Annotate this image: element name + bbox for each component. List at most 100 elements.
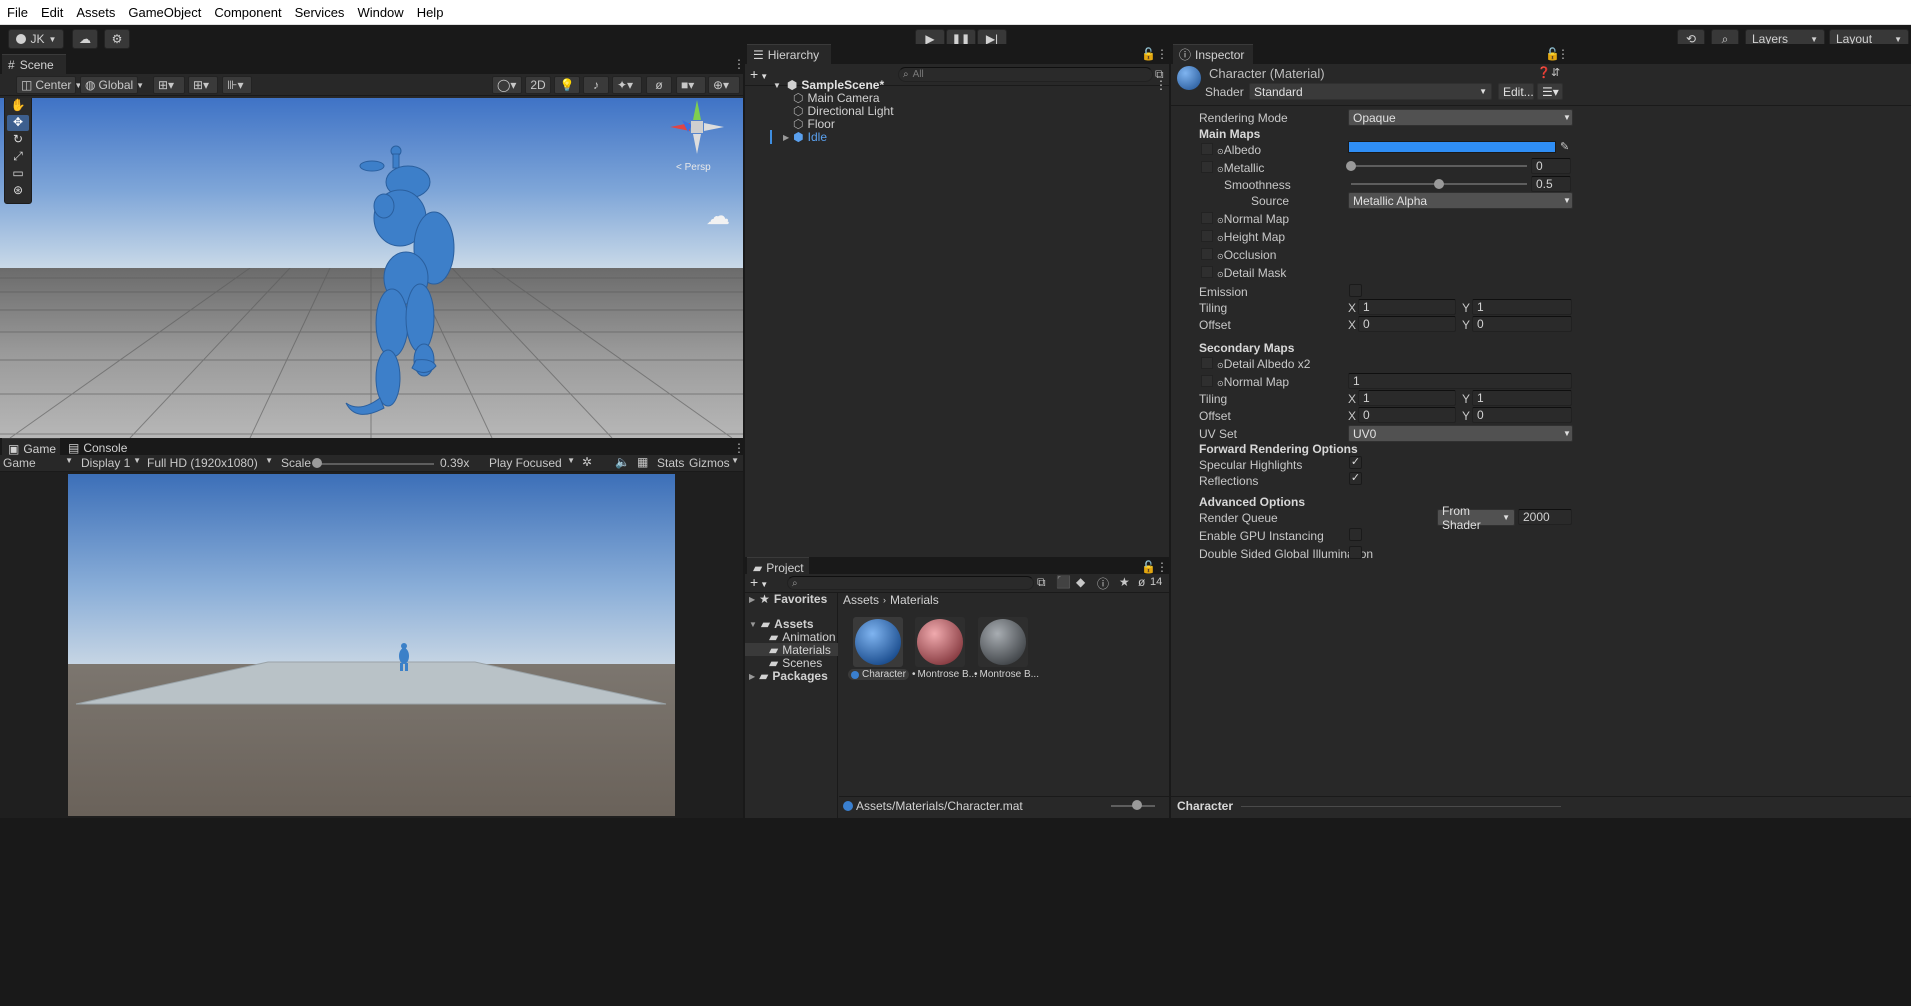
gizmos-dropdown[interactable]: Gizmos ▼ (689, 456, 739, 470)
offset2-x-field[interactable]: 0 (1358, 407, 1456, 423)
resolution-dropdown[interactable]: Full HD (1920x1080) ▼ (147, 456, 273, 470)
material-asset-montrose-2[interactable] (978, 617, 1028, 667)
audio-toggle[interactable]: ♪ (583, 76, 609, 94)
grid-snap-dropdown[interactable]: ⊞▾ (153, 76, 185, 94)
create-asset-button[interactable]: + ▼ (750, 574, 768, 590)
material-label[interactable]: • Montrose B... (974, 669, 1039, 680)
breadcrumb-materials[interactable]: Materials (890, 593, 939, 607)
kebab-menu-icon[interactable]: ⋮ (733, 441, 745, 455)
play-mode-dropdown[interactable]: Play Focused ▼ (489, 456, 575, 470)
game-mode-dropdown[interactable]: Game ▼ (3, 456, 73, 470)
normal-map-slot[interactable] (1201, 212, 1213, 224)
smoothness-slider-knob[interactable] (1434, 179, 1444, 189)
increment-snap-dropdown[interactable]: ⊪▾ (222, 76, 252, 94)
offset-y-field[interactable]: 0 (1472, 316, 1572, 332)
material-asset-character[interactable] (853, 617, 903, 667)
camera-dropdown[interactable]: ■▾ (676, 76, 706, 94)
game-viewport[interactable] (0, 472, 743, 818)
stats-button[interactable]: Stats (657, 456, 684, 470)
detail-albedo-slot[interactable] (1201, 357, 1213, 369)
icon-size-slider-knob[interactable] (1132, 800, 1142, 810)
add-object-button[interactable]: + ▼ (750, 66, 768, 82)
grid-visibility-dropdown[interactable]: ⊞▾ (188, 76, 218, 94)
hidden-packages-icon[interactable]: ø (1138, 575, 1145, 589)
lock-icon[interactable]: 🔓 (1141, 47, 1156, 61)
render-queue-dropdown[interactable]: From Shader ▼ (1437, 504, 1515, 532)
draw-mode-dropdown[interactable]: ◯▾ (492, 76, 522, 94)
menu-gameobject[interactable]: GameObject (128, 5, 201, 20)
scale-slider-knob[interactable] (312, 458, 322, 468)
tiling2-x-field[interactable]: 1 (1358, 390, 1456, 406)
scene-viewport[interactable]: ✋ ✥ ↻ ⤢ ▭ ⊛ < Persp ☁ (0, 98, 743, 438)
material-asset-montrose-1[interactable] (915, 617, 965, 667)
kebab-menu-icon[interactable]: ⋮ (1557, 47, 1569, 61)
tiling2-y-field[interactable]: 1 (1472, 390, 1572, 406)
specular-highlights-checkbox[interactable]: ✓ (1349, 456, 1362, 469)
character-model[interactable] (0, 98, 743, 438)
tag-icon[interactable]: ◆ (1076, 575, 1085, 589)
tab-scene[interactable]: # Scene (2, 54, 66, 74)
help-icon[interactable]: ❓ (1537, 66, 1551, 79)
account-dropdown[interactable]: JK ▼ (8, 29, 64, 49)
hand-tool[interactable]: ✋ (7, 98, 29, 114)
space-dropdown[interactable]: ◍ Global ▼ (80, 76, 144, 94)
hierarchy-item-prefab[interactable]: ▶ ⬢ Idle (783, 130, 827, 144)
hierarchy-scene-row[interactable]: ▼ ⬢ SampleScene* ⋮ (773, 78, 1167, 92)
search-by-label-icon[interactable]: ⬛ (1056, 575, 1071, 589)
height-map-slot[interactable] (1201, 230, 1213, 242)
rect-tool[interactable]: ▭ (7, 166, 29, 182)
display-dropdown[interactable]: Display 1 ▼ (81, 456, 141, 470)
reflections-checkbox[interactable]: ✓ (1349, 472, 1362, 485)
breadcrumb-assets[interactable]: Assets (843, 593, 879, 607)
rendering-mode-dropdown[interactable]: Opaque ▼ (1348, 109, 1573, 126)
menu-component[interactable]: Component (214, 5, 281, 20)
assets-folder-item[interactable]: ▼ ▰ Assets (749, 617, 814, 631)
gpu-instancing-checkbox[interactable] (1349, 528, 1362, 541)
tiling-y-field[interactable]: 1 (1472, 299, 1572, 315)
mute-audio-icon[interactable]: 🔈 (615, 455, 630, 469)
metallic-texture-slot[interactable] (1201, 161, 1213, 173)
collab-button[interactable]: ⚙ (104, 29, 130, 49)
offset-x-field[interactable]: 0 (1358, 316, 1456, 332)
folder-item[interactable]: ▰ Scenes (769, 656, 822, 670)
double-sided-gi-checkbox[interactable] (1349, 546, 1362, 559)
menu-help[interactable]: Help (417, 5, 444, 20)
uv-set-dropdown[interactable]: UV0 ▼ (1348, 425, 1573, 442)
tiling-x-field[interactable]: 1 (1358, 299, 1456, 315)
menu-edit[interactable]: Edit (41, 5, 63, 20)
folder-item[interactable]: ▰ Materials (769, 643, 831, 657)
material-label-selected[interactable]: Character (848, 669, 909, 680)
secondary-normal-map-slot[interactable] (1201, 375, 1213, 387)
lock-icon[interactable]: 🔓 (1141, 560, 1156, 574)
shader-dropdown[interactable]: Standard ▼ (1249, 83, 1492, 100)
metallic-slider-knob[interactable] (1346, 161, 1356, 171)
offset2-y-field[interactable]: 0 (1472, 407, 1572, 423)
albedo-texture-slot[interactable] (1201, 143, 1213, 155)
move-tool[interactable]: ✥ (7, 115, 29, 131)
hierarchy-item[interactable]: ⬡ Directional Light (793, 104, 894, 118)
detail-mask-slot[interactable] (1201, 266, 1213, 278)
menu-assets[interactable]: Assets (76, 5, 115, 20)
hierarchy-item[interactable]: ⬡ Main Camera (793, 91, 880, 105)
edit-shader-button[interactable]: Edit... (1498, 83, 1534, 100)
occlusion-slot[interactable] (1201, 248, 1213, 260)
project-search-input[interactable]: ⌕ (787, 576, 1034, 590)
search-by-type-icon[interactable]: ⧉ (1037, 575, 1046, 590)
render-queue-field[interactable]: 2000 (1518, 509, 1572, 525)
packages-item[interactable]: ▶ ▰ Packages (749, 669, 828, 683)
kebab-menu-icon[interactable]: ⋮ (1156, 560, 1168, 574)
hidden-objects-toggle[interactable]: ø (646, 76, 672, 94)
star-icon[interactable]: ★ (1119, 575, 1130, 589)
secondary-normal-scale-field[interactable]: 1 (1348, 373, 1572, 389)
menu-file[interactable]: File (7, 5, 28, 20)
albedo-color-swatch[interactable] (1348, 141, 1556, 153)
view-label[interactable]: < Persp (676, 162, 711, 173)
2d-toggle[interactable]: 2D (525, 76, 551, 94)
gizmos-dropdown[interactable]: ⊕▾ (708, 76, 740, 94)
menu-window[interactable]: Window (357, 5, 403, 20)
rotate-tool[interactable]: ↻ (7, 132, 29, 148)
folder-item[interactable]: ▰ Animation (769, 630, 836, 644)
eyedropper-icon[interactable]: ✎ (1560, 140, 1569, 153)
keyboard-icon[interactable]: ▦ (637, 455, 648, 469)
favorites-item[interactable]: ▶ ★ Favorites (749, 592, 827, 606)
